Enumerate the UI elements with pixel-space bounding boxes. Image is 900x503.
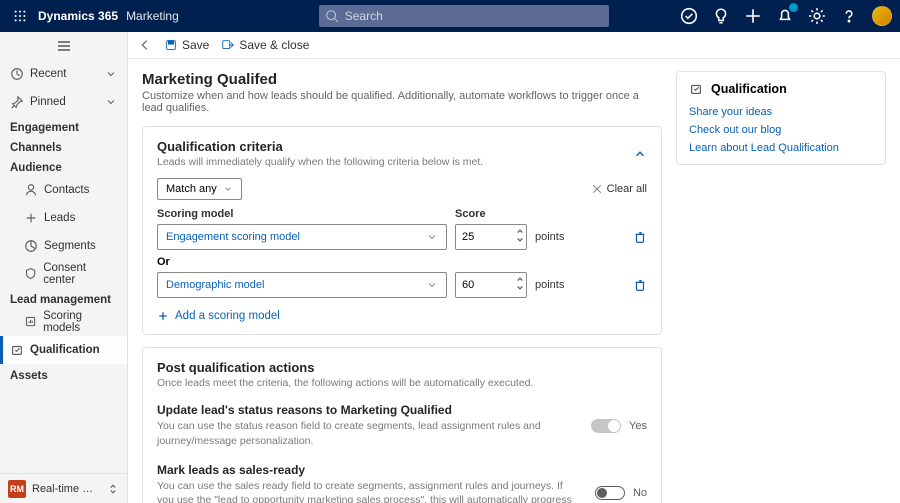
sidebar-group-engagement[interactable]: Engagement	[0, 116, 127, 136]
sidebar-group-assets[interactable]: Assets	[0, 364, 127, 384]
add-icon[interactable]	[744, 7, 762, 25]
page-title: Marketing Qualifed	[142, 71, 662, 88]
scoring-model-dropdown[interactable]: Demographic model	[157, 272, 447, 298]
add-scoring-model-button[interactable]: Add a scoring model	[157, 310, 647, 322]
search-icon	[325, 9, 339, 23]
related-card: Qualification Share your ideas Check out…	[676, 71, 886, 165]
delete-row-button[interactable]	[633, 278, 647, 292]
chevron-down-icon	[426, 231, 438, 243]
back-button[interactable]	[138, 38, 152, 52]
unit-label: points	[535, 279, 564, 291]
save-button[interactable]: Save	[164, 38, 209, 52]
sidebar-group-audience[interactable]: Audience	[0, 156, 127, 176]
criteria-title: Qualification criteria	[157, 139, 483, 154]
content-area: Save Save & close Marketing Qualifed Cus…	[128, 32, 900, 503]
global-search[interactable]	[319, 5, 609, 27]
nav-toggle-button[interactable]	[0, 32, 127, 60]
save-icon	[164, 38, 178, 52]
lightbulb-icon[interactable]	[712, 7, 730, 25]
sidebar-item-consent-center[interactable]: Consent center	[0, 260, 127, 288]
assist-icon[interactable]	[680, 7, 698, 25]
chevron-down-icon	[223, 184, 233, 194]
sidebar-label: Pinned	[30, 96, 66, 108]
spin-down-icon[interactable]	[516, 236, 524, 244]
segments-icon	[24, 239, 38, 253]
notifications-icon[interactable]	[776, 7, 794, 25]
sidebar-group-lead-management[interactable]: Lead management	[0, 288, 127, 308]
area-switcher[interactable]: RM Real-time marketi…	[0, 473, 127, 503]
post-qualification-card: Post qualification actions Once leads me…	[142, 347, 662, 503]
action-row: Update lead's status reasons to Marketin…	[157, 403, 647, 448]
close-icon	[591, 183, 603, 195]
spin-up-icon[interactable]	[516, 275, 524, 283]
action-description: You can use the sales ready field to cre…	[157, 479, 577, 503]
collapse-icon[interactable]	[633, 147, 647, 161]
chevron-down-icon	[105, 68, 117, 80]
sidebar-item-segments[interactable]: Segments	[0, 232, 127, 260]
scoring-row: Engagement scoring model points	[157, 224, 647, 250]
delete-row-button[interactable]	[633, 230, 647, 244]
help-icon[interactable]	[840, 7, 858, 25]
sidebar-item-qualification[interactable]: Qualification	[0, 336, 127, 364]
search-input[interactable]	[339, 9, 603, 23]
action-title: Mark leads as sales-ready	[157, 463, 577, 477]
spin-up-icon[interactable]	[516, 227, 524, 235]
area-badge: RM	[8, 480, 26, 498]
actions-title: Post qualification actions	[157, 360, 533, 375]
label-score: Score	[455, 208, 486, 220]
plus-icon	[157, 310, 169, 322]
sidebar-item-leads[interactable]: Leads	[0, 204, 127, 232]
sidebar: Recent Pinned Engagement Channels Audien…	[0, 32, 128, 503]
user-avatar[interactable]	[872, 6, 892, 26]
related-link[interactable]: Check out our blog	[689, 124, 873, 136]
toggle-sales-ready[interactable]	[595, 486, 625, 500]
shield-icon	[24, 267, 37, 281]
match-mode-dropdown[interactable]: Match any	[157, 178, 242, 200]
sidebar-item-scoring-models[interactable]: Scoring models	[0, 308, 127, 336]
scoring-icon	[24, 315, 37, 329]
page-description: Customize when and how leads should be q…	[142, 90, 662, 114]
save-close-button[interactable]: Save & close	[221, 38, 309, 52]
top-right-icons	[680, 6, 892, 26]
pin-icon	[10, 95, 24, 109]
or-label: Or	[157, 256, 647, 268]
app-launcher-icon[interactable]	[8, 4, 32, 28]
related-link[interactable]: Learn about Lead Qualification	[689, 142, 873, 154]
save-close-icon	[221, 38, 235, 52]
command-bar: Save Save & close	[128, 32, 900, 59]
person-icon	[24, 183, 38, 197]
leads-icon	[24, 211, 38, 225]
sidebar-item-contacts[interactable]: Contacts	[0, 176, 127, 204]
qualification-criteria-card: Qualification criteria Leads will immedi…	[142, 126, 662, 335]
spin-down-icon[interactable]	[516, 284, 524, 292]
qualification-icon	[10, 343, 24, 357]
unit-label: points	[535, 231, 564, 243]
brand-label: Dynamics 365	[38, 9, 118, 23]
action-description: You can use the status reason field to c…	[157, 419, 577, 448]
criteria-subtitle: Leads will immediately qualify when the …	[157, 156, 483, 168]
chevron-down-icon	[105, 96, 117, 108]
clear-all-button[interactable]: Clear all	[591, 183, 647, 195]
label-scoring-model: Scoring model	[157, 208, 455, 220]
related-title: Qualification	[689, 82, 873, 96]
right-panel: Qualification Share your ideas Check out…	[676, 71, 886, 491]
actions-subtitle: Once leads meet the criteria, the follow…	[157, 377, 533, 389]
top-bar: Dynamics 365 Marketing	[0, 0, 900, 32]
related-link[interactable]: Share your ideas	[689, 106, 873, 118]
scoring-row: Demographic model points	[157, 272, 647, 298]
sidebar-group-channels[interactable]: Channels	[0, 136, 127, 156]
toggle-update-status[interactable]	[591, 419, 621, 433]
chevron-down-icon	[426, 279, 438, 291]
action-title: Update lead's status reasons to Marketin…	[157, 403, 577, 417]
updown-icon	[107, 483, 119, 495]
settings-icon[interactable]	[808, 7, 826, 25]
scoring-model-dropdown[interactable]: Engagement scoring model	[157, 224, 447, 250]
app-area-label: Marketing	[126, 9, 179, 23]
clock-icon	[10, 67, 24, 81]
sidebar-recent[interactable]: Recent	[0, 60, 127, 88]
sidebar-label: Recent	[30, 68, 66, 80]
qualification-icon	[689, 82, 703, 96]
action-row: Mark leads as sales-ready You can use th…	[157, 463, 647, 503]
sidebar-pinned[interactable]: Pinned	[0, 88, 127, 116]
